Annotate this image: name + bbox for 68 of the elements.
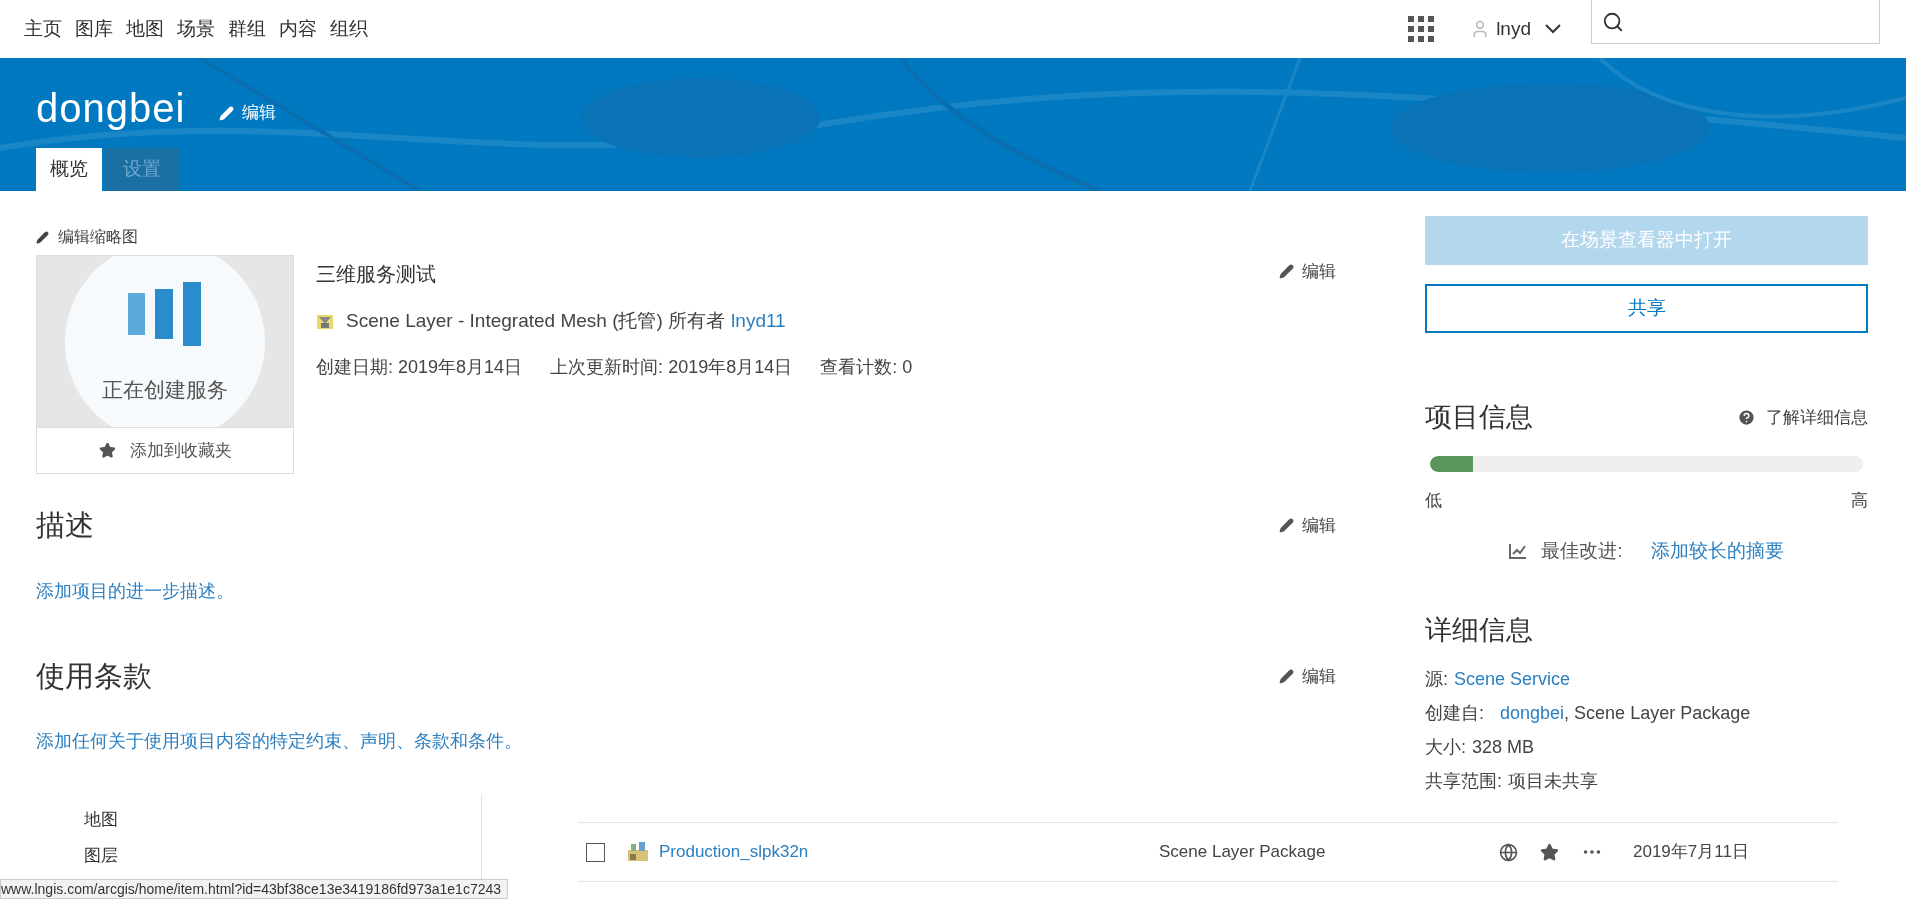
help-link[interactable]: 了解详细信息 <box>1737 404 1868 430</box>
globe-icon <box>1499 842 1518 862</box>
thumbnail-status: 正在创建服务 <box>102 376 228 403</box>
edit-button[interactable]: 编辑 <box>219 100 277 126</box>
best-label: 最佳改进: <box>1541 539 1623 563</box>
item-date: 2019年7月11日 <box>1633 841 1749 864</box>
detail-label: 大小: <box>1425 736 1466 759</box>
favorite-button[interactable]: 添加到收藏夹 <box>37 427 293 473</box>
nav-link[interactable]: 地图 <box>126 14 164 44</box>
item-link[interactable]: Production_slpk32n <box>659 839 1159 865</box>
pencil-icon <box>36 230 49 244</box>
item-title: dongbei <box>36 85 186 132</box>
edit-button[interactable]: 编辑 <box>1279 513 1336 539</box>
pencil-icon <box>1279 668 1294 684</box>
side-nav-item[interactable]: 地图 <box>84 807 481 833</box>
user-menu[interactable]: lnyd <box>1470 14 1561 44</box>
meta-text: 上次更新时间: 2019年8月14日 <box>550 355 793 379</box>
owner-link[interactable]: lnyd11 <box>731 307 786 336</box>
help-icon <box>1737 407 1756 427</box>
status-bar: www.lngis.com/arcgis/home/item.html?id=43bf38ce13e3419186fd973a1e1c7243 <box>0 879 509 899</box>
action-button[interactable]: 共享 <box>1425 284 1868 333</box>
detail-label: 创建自: <box>1425 702 1484 725</box>
section-heading: 详细信息 <box>1425 613 1534 647</box>
nav-link[interactable]: 主页 <box>24 14 62 44</box>
best-link[interactable]: 添加较长的摘要 <box>1650 537 1784 566</box>
chart-icon <box>128 281 202 346</box>
search-field[interactable] <box>1591 0 1880 44</box>
section-heading: 项目信息 <box>1425 401 1533 434</box>
section-heading: 使用条款 <box>36 658 152 694</box>
detail-value: , Scene Layer Package <box>1564 702 1751 725</box>
star-icon[interactable] <box>1540 842 1559 862</box>
pencil-icon <box>1279 264 1294 280</box>
star-icon <box>98 442 116 459</box>
detail-value: 328 MB <box>1472 736 1535 759</box>
meta-text: 创建日期: 2019年8月14日 <box>316 355 523 379</box>
item-type: Scene Layer Package <box>1159 841 1327 864</box>
item-type: Scene Layer - Integrated Mesh (托管) 所有者 <box>346 309 726 333</box>
tab[interactable]: 概览 <box>36 148 102 191</box>
detail-label: 源: <box>1425 668 1448 691</box>
add-link[interactable]: 添加任何关于使用项目内容的特定约束、声明、条款和条件。 <box>36 728 1336 755</box>
meta-text: 查看计数: 0 <box>820 355 913 379</box>
edit-thumbnail-button[interactable]: 编辑缩略图 <box>36 225 138 249</box>
pencil-icon <box>1279 518 1294 534</box>
package-icon <box>627 842 649 862</box>
scale-label: 高 <box>1851 489 1868 512</box>
edit-button[interactable]: 编辑 <box>1279 663 1336 689</box>
row-checkbox[interactable] <box>586 842 605 862</box>
nav-link[interactable]: 内容 <box>279 14 317 44</box>
search-icon <box>1602 10 1624 33</box>
chart-line-icon <box>1509 543 1528 560</box>
add-link[interactable]: 添加项目的进一步描述。 <box>36 577 1336 605</box>
detail-link[interactable]: Scene Service <box>1454 666 1571 693</box>
edit-button[interactable]: 编辑 <box>1279 259 1336 285</box>
apps-grid-icon[interactable] <box>1408 15 1436 43</box>
detail-label: 共享范围: <box>1425 770 1502 793</box>
side-nav-item[interactable]: 图层 <box>84 842 481 868</box>
pencil-icon <box>219 105 235 121</box>
detail-link[interactable]: dongbei <box>1500 700 1565 727</box>
scale-label: 低 <box>1425 489 1442 512</box>
layer-type-icon <box>316 312 334 331</box>
section-heading: 描述 <box>36 508 94 543</box>
detail-value: 项目未共享 <box>1508 770 1598 793</box>
nav-link[interactable]: 图库 <box>75 14 113 44</box>
nav-link[interactable]: 组织 <box>330 14 368 44</box>
nav-link[interactable]: 群组 <box>228 14 266 44</box>
item-summary: 三维服务测试 <box>316 262 436 287</box>
nav-link[interactable]: 场景 <box>177 14 215 44</box>
caret-icon <box>1545 24 1561 34</box>
